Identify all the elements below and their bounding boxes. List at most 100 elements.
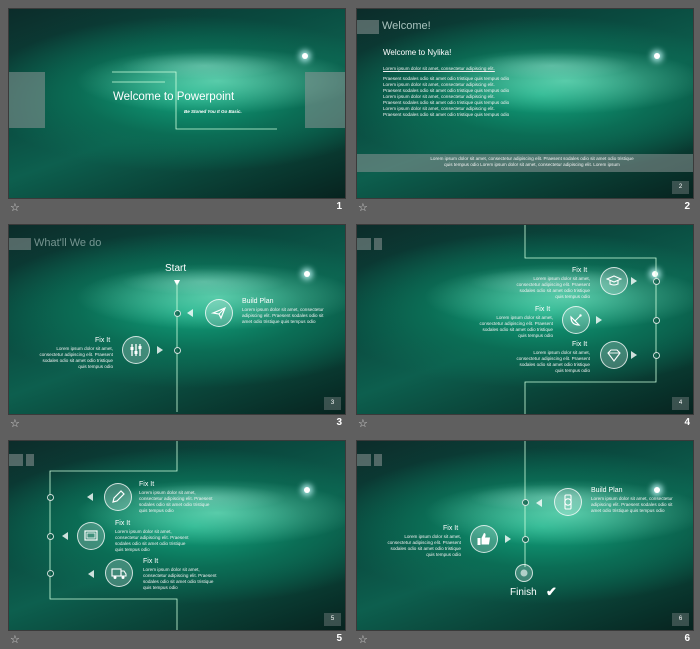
slide-thumbnail-3[interactable]: What'll We do Start Build Plan Lorem ips…: [8, 224, 346, 415]
slide-thumbnail-1[interactable]: Welcome to Powerpoint Be Stoned You It G…: [8, 8, 346, 199]
fix-it-text: Lorem ipsum dolor sit amet, consectetur …: [139, 490, 213, 513]
left-accent-block: [9, 72, 45, 128]
slide-header: What'll We do: [34, 237, 102, 249]
header-accent-block: [357, 20, 379, 34]
pointer-arrow: [505, 535, 511, 543]
pointer-arrow: [62, 532, 68, 540]
pointer-arrow: [157, 346, 163, 354]
pointer-arrow: [87, 493, 93, 501]
timeline-node: [653, 278, 660, 285]
slide-number: 6: [684, 633, 690, 644]
light-flare: [654, 53, 660, 59]
slide-header: Welcome!: [382, 20, 431, 32]
fix-it-text: Lorem ipsum dolor sit amet, consectetur …: [115, 529, 189, 552]
slide-number: 2: [684, 201, 690, 212]
satellite-dish-icon: [562, 306, 590, 334]
build-plan-heading: Build Plan: [242, 298, 274, 305]
slide-thumbnail-4[interactable]: Fix It Lorem ipsum dolor sit amet, conse…: [356, 224, 694, 415]
header-accent-block-small: [374, 454, 382, 466]
slide-footer-5: ☆ 5: [8, 631, 344, 649]
timeline-node: [47, 533, 54, 540]
right-accent-block: [305, 72, 345, 128]
star-outline-icon[interactable]: ☆: [10, 633, 20, 646]
fix-it-heading: Fix It: [139, 481, 155, 488]
fix-it-text: Lorem ipsum dolor sit amet, consectetur …: [387, 534, 461, 557]
slide-title: Welcome to Nylika!: [383, 48, 452, 57]
checkmark-icon: ✔: [546, 584, 557, 599]
fix-it-heading: Fix It: [115, 520, 131, 527]
graduation-cap-icon: [600, 267, 628, 295]
title-frame-lines: [112, 71, 277, 130]
pointer-arrow: [631, 351, 637, 359]
pointer-arrow: [187, 309, 193, 317]
finish-label: Finish: [510, 587, 537, 598]
fix-it-heading: Fix It: [95, 337, 111, 344]
timeline-node: [47, 570, 54, 577]
star-outline-icon[interactable]: ☆: [10, 417, 20, 430]
fix-it-text: Lorem ipsum dolor sit amet, consectetur …: [39, 346, 113, 369]
fix-it-text: Lorem ipsum dolor sit amet, consectetur …: [516, 350, 590, 373]
slide-footer-2: ☆ 2: [356, 199, 692, 217]
header-accent-block: [357, 238, 371, 250]
fix-it-heading: Fix It: [572, 341, 588, 348]
build-plan-text: Lorem ipsum dolor sit amet, consectetur …: [242, 307, 324, 324]
sliders-icon: [122, 336, 150, 364]
slide-title: Welcome to Powerpoint: [113, 91, 235, 103]
page-number: 4: [672, 397, 689, 410]
watch-icon: [554, 488, 582, 516]
page-number: 3: [324, 397, 341, 410]
header-accent-block-small: [374, 238, 382, 250]
fix-it-heading: Fix It: [143, 558, 159, 565]
pointer-arrow: [631, 277, 637, 285]
timeline-node: [47, 494, 54, 501]
star-outline-icon[interactable]: ☆: [358, 633, 368, 646]
slide-footer-4: ☆ 4: [356, 415, 692, 433]
star-outline-icon[interactable]: ☆: [10, 201, 20, 214]
star-outline-icon[interactable]: ☆: [358, 417, 368, 430]
page-number: 2: [672, 181, 689, 194]
build-plan-heading: Build Plan: [591, 487, 623, 494]
header-accent-block: [9, 238, 31, 250]
timeline-node: [653, 317, 660, 324]
timeline-node: [653, 352, 660, 359]
intro-text: Lorem ipsum dolor sit amet, consectetur …: [383, 66, 495, 71]
header-accent-block: [9, 454, 23, 466]
page-number: 5: [324, 613, 341, 626]
start-label: Start: [165, 263, 187, 274]
slide-number: 4: [684, 417, 690, 428]
pointer-arrow: [536, 499, 542, 507]
fix-it-heading: Fix It: [535, 306, 551, 313]
page-number: 6: [672, 613, 689, 626]
pencil-icon: [104, 483, 132, 511]
build-plan-text: Lorem ipsum dolor sit amet, consectetur …: [591, 496, 673, 513]
slide-number: 5: [336, 633, 342, 644]
body-text: Praesent sodales odio sit amet odio tris…: [383, 76, 510, 117]
thumbs-up-icon: [470, 525, 498, 553]
fix-it-heading: Fix It: [443, 525, 459, 532]
slide-thumbnail-5[interactable]: Fix It Lorem ipsum dolor sit amet, conse…: [8, 440, 346, 631]
header-accent-block: [357, 454, 371, 466]
slide-number: 1: [336, 201, 342, 212]
slide-thumbnail-6[interactable]: Build Plan Lorem ipsum dolor sit amet, c…: [356, 440, 694, 631]
banner-text: Lorem ipsum dolor sit amet, consectetur …: [430, 156, 634, 167]
slide-footer-1: ☆ 1: [8, 199, 344, 217]
paper-plane-icon: [205, 299, 233, 327]
pointer-arrow: [596, 316, 602, 324]
fix-it-text: Lorem ipsum dolor sit amet, consectetur …: [516, 276, 590, 299]
slide-subtitle: Be Stoned You It Go Basic.: [184, 109, 242, 114]
timeline-node: [174, 347, 181, 354]
fix-it-text: Lorem ipsum dolor sit amet, consectetur …: [479, 315, 553, 338]
fix-it-text: Lorem ipsum dolor sit amet, consectetur …: [143, 567, 217, 590]
star-outline-icon[interactable]: ☆: [358, 201, 368, 214]
slide-thumbnail-2[interactable]: Welcome! Welcome to Nylika! Lorem ipsum …: [356, 8, 694, 199]
truck-icon: [105, 559, 133, 587]
timeline-node: [522, 499, 529, 506]
slide-number: 3: [336, 417, 342, 428]
fix-it-heading: Fix It: [572, 267, 588, 274]
slide-footer-3: ☆ 3: [8, 415, 344, 433]
header-accent-block-small: [26, 454, 34, 466]
pointer-arrow: [88, 570, 94, 578]
timeline-node: [174, 310, 181, 317]
monitor-icon: [77, 522, 105, 550]
timeline-node: [522, 536, 529, 543]
